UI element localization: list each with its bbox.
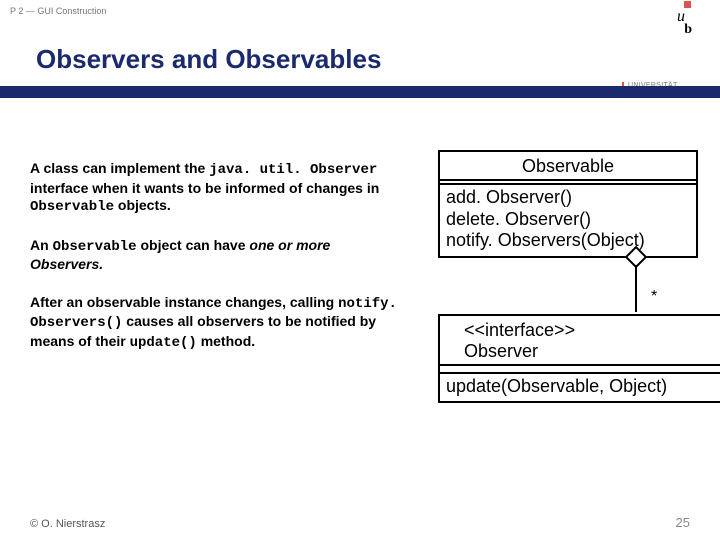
uml-observable-name: Observable <box>440 152 696 181</box>
uml-diagram: Observable add. Observer() delete. Obser… <box>438 150 720 403</box>
p1-c: objects. <box>114 197 171 213</box>
p2-a: An <box>30 237 53 253</box>
p1-b: interface when it wants to be informed o… <box>30 180 379 196</box>
paragraph-2: An Observable object can have one or mor… <box>30 237 400 274</box>
uml-method: notify. Observers(Object) <box>446 230 690 252</box>
footer-copyright: © O. Nierstrasz <box>30 518 105 530</box>
p1-a: A class can implement the <box>30 160 209 176</box>
title-rule <box>0 86 720 98</box>
university-logo: u b UNIVERSITÄT BERN <box>622 8 692 59</box>
uml-method: update(Observable, Object) <box>446 376 720 398</box>
logo-letter-b: b <box>684 22 692 37</box>
multiplicity-label: * <box>651 288 657 306</box>
p3-a: After an observable instance changes, ca… <box>30 294 338 310</box>
p1-code2: Observable <box>30 199 114 215</box>
uml-observer-header: <<interface>> Observer <box>440 316 720 366</box>
uml-method: add. Observer() <box>446 187 690 209</box>
paragraph-3: After an observable instance changes, ca… <box>30 294 400 353</box>
body-text: A class can implement the java. util. Ob… <box>30 160 400 372</box>
page-title: Observers and Observables <box>36 44 381 75</box>
paragraph-1: A class can implement the java. util. Ob… <box>30 160 400 217</box>
uml-class-observer: <<interface>> Observer update(Observable… <box>438 314 720 404</box>
p2-code: Observable <box>53 239 137 255</box>
uml-method: delete. Observer() <box>446 209 690 231</box>
breadcrumb: P 2 — GUI Construction <box>10 6 106 16</box>
p3-c: method. <box>197 333 255 349</box>
logo-square-icon <box>684 1 691 8</box>
connector-line-icon <box>635 265 637 312</box>
uml-class-observable: Observable add. Observer() delete. Obser… <box>438 150 698 258</box>
uml-observer-methods: update(Observable, Object) <box>440 374 720 402</box>
page-number: 25 <box>676 515 690 530</box>
uml-observer-name: Observer <box>464 341 720 362</box>
p3-code2: update() <box>130 335 197 351</box>
uml-connector: * <box>438 258 698 314</box>
p1-code: java. util. Observer <box>209 162 377 178</box>
p2-b: object can have <box>137 237 250 253</box>
uml-stereotype: <<interface>> <box>464 320 720 341</box>
uml-observable-methods: add. Observer() delete. Observer() notif… <box>440 185 696 256</box>
